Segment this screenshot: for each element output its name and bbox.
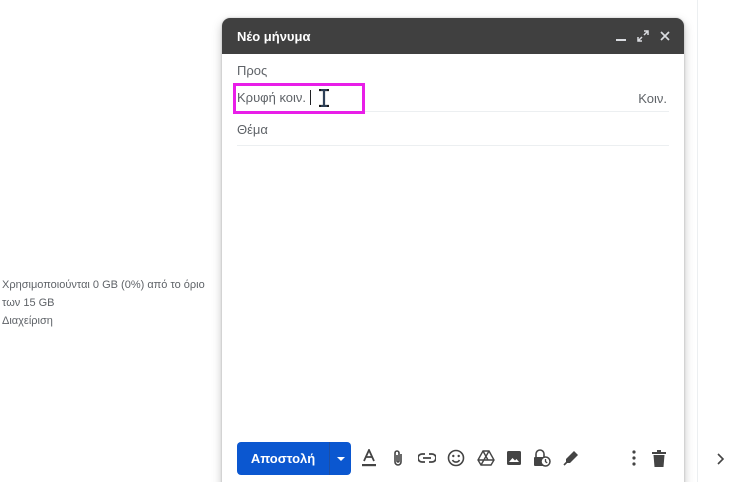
photo-icon[interactable] bbox=[504, 448, 524, 468]
close-icon[interactable] bbox=[654, 25, 676, 47]
compose-title: Νέο μήνυμα bbox=[237, 28, 311, 44]
attach-icon[interactable] bbox=[388, 448, 408, 468]
subject-placeholder: Θέμα bbox=[237, 122, 268, 137]
bcc-field[interactable]: Κρυφή κοιν. Κοιν. bbox=[233, 80, 669, 114]
confidential-icon[interactable] bbox=[532, 448, 552, 468]
send-button-group: Αποστολή bbox=[237, 442, 351, 475]
send-button[interactable]: Αποστολή bbox=[237, 442, 329, 475]
chevron-right-icon[interactable] bbox=[716, 452, 730, 470]
text-caret bbox=[310, 90, 311, 105]
cc-link[interactable]: Κοιν. bbox=[638, 91, 667, 106]
expand-icon[interactable] bbox=[632, 25, 654, 47]
more-options-icon[interactable] bbox=[624, 448, 644, 468]
storage-usage-text: Χρησιμοποιούνται 0 GB (0%) από το όριο bbox=[2, 279, 205, 291]
to-label: Προς bbox=[237, 63, 268, 78]
drive-icon[interactable] bbox=[476, 448, 496, 468]
text-cursor-icon bbox=[318, 88, 330, 110]
storage-limit-text: των 15 GB bbox=[2, 297, 55, 309]
manage-storage-link[interactable]: Διαχείριση bbox=[2, 312, 217, 330]
signature-icon[interactable] bbox=[561, 448, 581, 468]
trash-icon[interactable] bbox=[649, 448, 669, 468]
subject-field[interactable]: Θέμα bbox=[237, 114, 669, 146]
bcc-label: Κρυφή κοιν. bbox=[237, 90, 307, 105]
text-format-icon[interactable] bbox=[359, 448, 379, 468]
minimize-icon[interactable] bbox=[610, 25, 632, 47]
side-panel-divider bbox=[697, 0, 698, 482]
link-icon[interactable] bbox=[417, 448, 437, 468]
emoji-icon[interactable] bbox=[446, 448, 466, 468]
compose-toolbar: Αποστολή bbox=[222, 440, 684, 476]
compose-window: Νέο μήνυμα Προς Κρυφή κοιν. Κοιν. Θέμα Α… bbox=[222, 18, 684, 482]
page: Χρησιμοποιούνται 0 GB (0%) από το όριο τ… bbox=[0, 0, 744, 482]
compose-titlebar[interactable]: Νέο μήνυμα bbox=[222, 18, 684, 54]
storage-info: Χρησιμοποιούνται 0 GB (0%) από το όριο τ… bbox=[2, 276, 217, 330]
send-options-icon[interactable] bbox=[330, 442, 351, 475]
